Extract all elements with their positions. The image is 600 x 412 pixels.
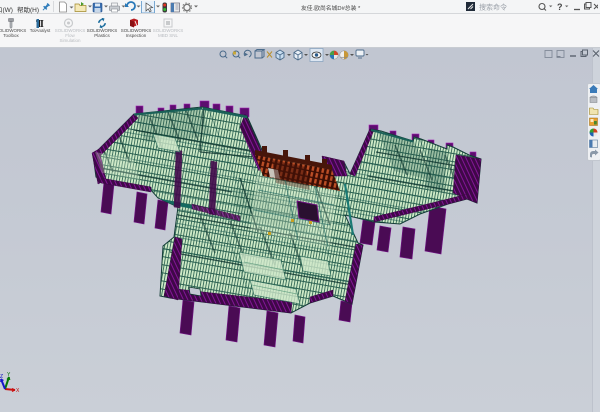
svg-text:X: X bbox=[16, 388, 20, 394]
svg-text:Y: Y bbox=[7, 372, 11, 378]
svg-text:Z: Z bbox=[0, 374, 3, 380]
